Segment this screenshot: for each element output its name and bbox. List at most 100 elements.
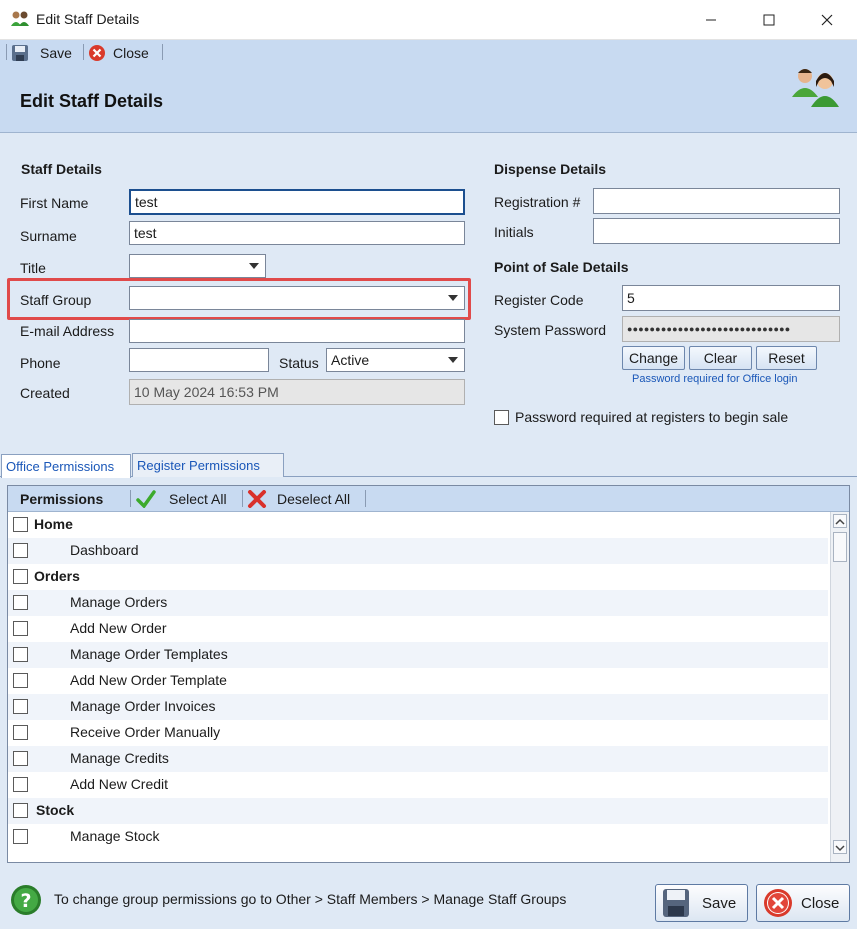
permission-row[interactable]: Receive Order Manually xyxy=(8,720,828,746)
initials-label: Initials xyxy=(494,224,534,240)
permission-row[interactable]: Add New Order xyxy=(8,616,828,642)
permission-checkbox[interactable] xyxy=(13,699,28,714)
window-title-bar: Edit Staff Details xyxy=(0,0,857,40)
register-password-checkbox-label: Password required at registers to begin … xyxy=(515,409,789,425)
permission-checkbox[interactable] xyxy=(13,517,28,532)
status-dropdown[interactable]: Active xyxy=(326,348,465,372)
scroll-thumb[interactable] xyxy=(833,532,847,562)
permission-row[interactable]: Add New Order Template xyxy=(8,668,828,694)
permissions-list: Home Dashboard Orders Manage Orders Add … xyxy=(8,512,828,862)
cross-icon xyxy=(248,489,266,508)
permission-label: Manage Order Invoices xyxy=(70,698,216,714)
status-label: Status xyxy=(279,355,319,371)
chevron-down-icon xyxy=(249,263,259,269)
surname-field[interactable]: test xyxy=(129,221,465,245)
permission-checkbox[interactable] xyxy=(13,569,28,584)
permission-checkbox[interactable] xyxy=(13,673,28,688)
floppy-disk-icon xyxy=(663,889,689,917)
permission-checkbox[interactable] xyxy=(13,725,28,740)
permissions-scrollbar[interactable] xyxy=(830,512,849,862)
permission-row[interactable]: Manage Credits xyxy=(8,746,828,772)
toolbar-separator xyxy=(83,44,84,60)
save-button[interactable]: Save xyxy=(655,884,748,922)
permissions-panel: Permissions Select All Deselect All Home… xyxy=(7,485,850,863)
scroll-down-button[interactable] xyxy=(833,840,847,854)
permission-label: Add New Credit xyxy=(70,776,169,792)
toolbar: Save Close xyxy=(0,40,857,65)
toolbar-separator xyxy=(365,490,366,507)
toolbar-separator xyxy=(130,490,131,507)
staff-icon xyxy=(11,11,29,26)
permission-row[interactable]: Manage Order Templates xyxy=(8,642,828,668)
register-password-checkbox[interactable] xyxy=(494,410,509,425)
window-close-button[interactable] xyxy=(798,0,856,40)
toolbar-close-button[interactable]: Close xyxy=(88,42,149,63)
clear-password-button[interactable]: Clear xyxy=(689,346,752,370)
toolbar-separator xyxy=(242,490,243,507)
phone-label: Phone xyxy=(20,355,61,371)
permission-row[interactable]: Add New Credit xyxy=(8,772,828,798)
select-all-label: Select All xyxy=(169,490,227,507)
permission-label: Manage Credits xyxy=(70,750,169,766)
permissions-toolbar: Permissions Select All Deselect All xyxy=(8,486,849,512)
permission-checkbox[interactable] xyxy=(13,829,28,844)
maximize-button[interactable] xyxy=(740,0,798,40)
permission-checkbox[interactable] xyxy=(13,621,28,636)
permission-checkbox[interactable] xyxy=(13,751,28,766)
permission-label: Manage Order Templates xyxy=(70,646,228,662)
password-note: Password required for Office login xyxy=(632,373,798,385)
phone-field[interactable] xyxy=(129,348,269,372)
email-label: E-mail Address xyxy=(20,323,115,339)
permission-checkbox[interactable] xyxy=(13,543,28,558)
help-icon: ? xyxy=(11,885,41,915)
permission-group-label: Home xyxy=(34,516,73,532)
staff-group-label: Staff Group xyxy=(20,292,92,308)
permission-row[interactable]: Home xyxy=(8,512,828,538)
registration-field[interactable] xyxy=(593,188,840,214)
permission-row[interactable]: Orders xyxy=(8,564,828,590)
chevron-down-icon xyxy=(448,295,458,301)
chevron-up-icon xyxy=(835,518,845,525)
register-code-field[interactable]: 5 xyxy=(622,285,840,311)
first-name-field[interactable]: test xyxy=(129,189,465,215)
minimize-button[interactable] xyxy=(682,0,740,40)
maximize-icon xyxy=(763,14,775,26)
tab-office-permissions[interactable]: Office Permissions xyxy=(1,454,131,478)
chevron-down-icon xyxy=(835,845,845,852)
initials-field[interactable] xyxy=(593,218,840,244)
registration-label: Registration # xyxy=(494,194,581,210)
chevron-down-icon xyxy=(448,357,458,363)
floppy-disk-icon xyxy=(12,44,28,61)
staff-group-dropdown[interactable] xyxy=(129,286,465,310)
title-dropdown[interactable] xyxy=(129,254,266,278)
minimize-icon xyxy=(706,19,716,21)
tab-register-permissions[interactable]: Register Permissions xyxy=(132,453,284,477)
help-hint-text: To change group permissions go to Other … xyxy=(54,891,567,907)
checkmark-icon xyxy=(136,489,156,508)
change-password-button[interactable]: Change xyxy=(622,346,685,370)
deselect-all-button[interactable]: Deselect All xyxy=(247,488,350,509)
permission-row[interactable]: Dashboard xyxy=(8,538,828,564)
permission-group-label: Orders xyxy=(34,568,80,584)
toolbar-save-button[interactable]: Save xyxy=(11,42,72,63)
email-field[interactable] xyxy=(129,319,465,343)
permission-label: Receive Order Manually xyxy=(70,724,221,740)
scroll-up-button[interactable] xyxy=(833,514,847,528)
permission-row[interactable]: Stock xyxy=(8,798,828,824)
permission-row[interactable]: Manage Orders xyxy=(8,590,828,616)
permission-checkbox[interactable] xyxy=(13,803,28,818)
permission-row[interactable]: Manage Order Invoices xyxy=(8,694,828,720)
toolbar-separator xyxy=(6,44,7,60)
system-password-field: ●●●●●●●●●●●●●●●●●●●●●●●●●●●●● xyxy=(622,316,840,342)
title-label: Title xyxy=(20,260,46,276)
permission-checkbox[interactable] xyxy=(13,595,28,610)
close-button[interactable]: Close xyxy=(756,884,850,922)
permission-checkbox[interactable] xyxy=(13,647,28,662)
status-value: Active xyxy=(331,352,370,368)
pos-details-heading: Point of Sale Details xyxy=(494,259,629,275)
permission-checkbox[interactable] xyxy=(13,777,28,792)
select-all-button[interactable]: Select All xyxy=(136,488,227,509)
permission-row[interactable]: Manage Stock xyxy=(8,824,828,850)
reset-password-button[interactable]: Reset xyxy=(756,346,817,370)
surname-label: Surname xyxy=(20,228,77,244)
